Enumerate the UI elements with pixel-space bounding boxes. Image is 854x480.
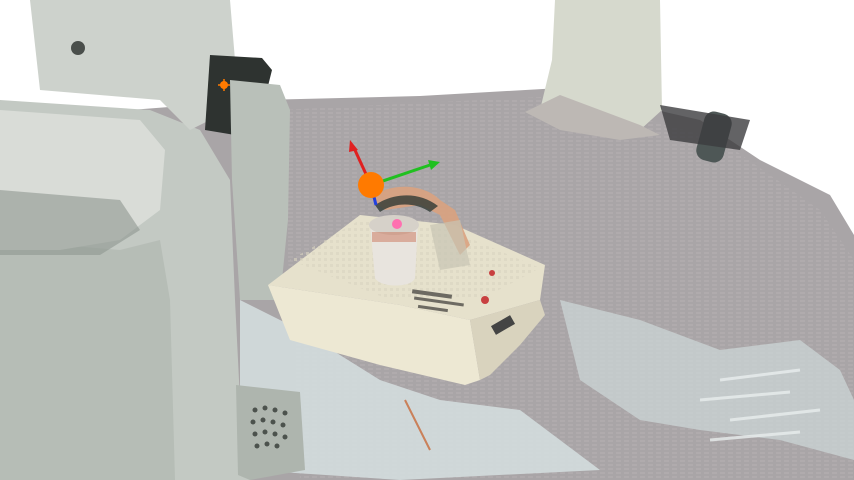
robot-base-plate: [236, 385, 305, 480]
robot-right-face: [230, 80, 290, 300]
robot-screw-icon: [71, 41, 85, 55]
robot-scene-pointcloud-view: [0, 0, 854, 480]
pink-keypoint: [392, 219, 402, 229]
orange-keypoint: [358, 172, 384, 198]
cup-band: [372, 232, 416, 242]
box-red-dot: [489, 270, 495, 276]
robot-body-shadow: [0, 240, 175, 480]
box-red-logo: [481, 296, 489, 304]
